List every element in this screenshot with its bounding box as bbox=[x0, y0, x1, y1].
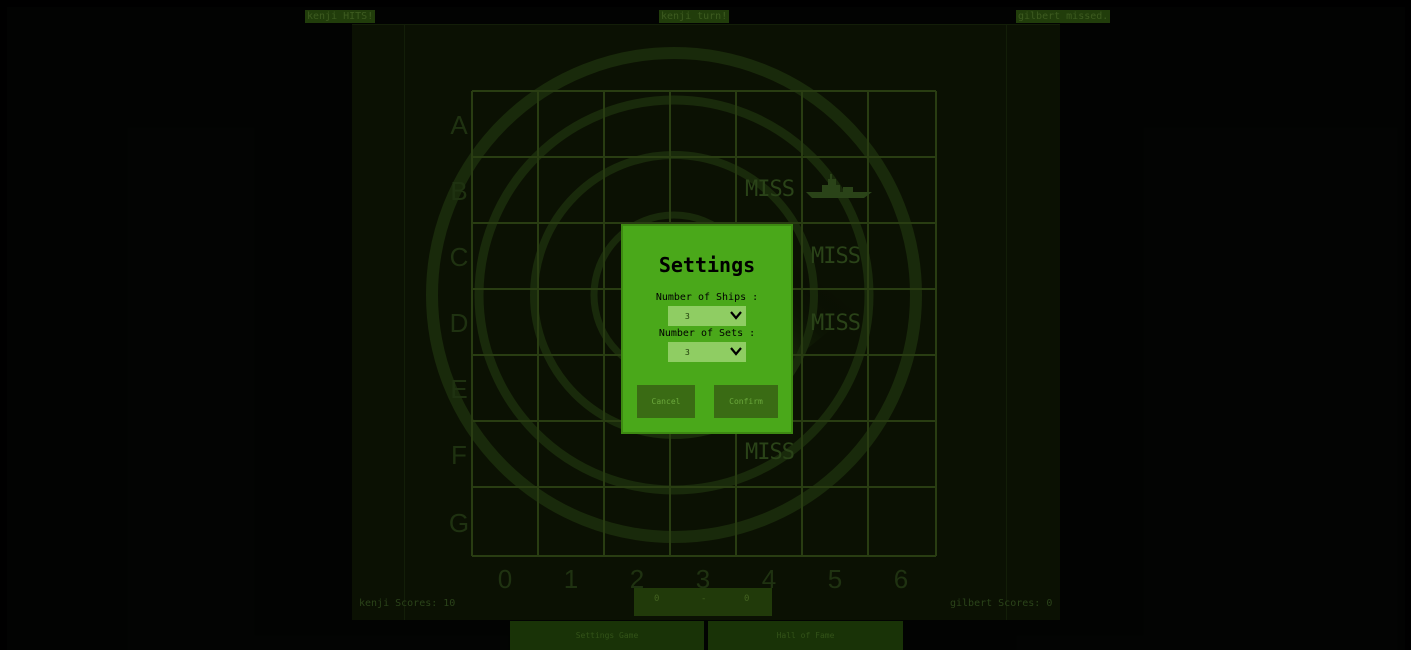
chevron-down-icon bbox=[730, 347, 742, 356]
sets-select[interactable]: 3 bbox=[668, 342, 746, 362]
settings-modal: Settings Number of Ships : 3 Number of S… bbox=[621, 224, 793, 434]
ships-label: Number of Ships : bbox=[655, 292, 759, 303]
ships-select-value: 3 bbox=[685, 312, 690, 321]
cancel-button[interactable]: Cancel bbox=[637, 385, 695, 418]
ships-select[interactable]: 3 bbox=[668, 306, 746, 326]
sets-select-value: 3 bbox=[685, 348, 690, 357]
chevron-down-icon bbox=[730, 311, 742, 320]
confirm-button[interactable]: Confirm bbox=[714, 385, 778, 418]
sets-label: Number of Sets : bbox=[658, 328, 756, 339]
modal-title: Settings bbox=[658, 253, 756, 277]
